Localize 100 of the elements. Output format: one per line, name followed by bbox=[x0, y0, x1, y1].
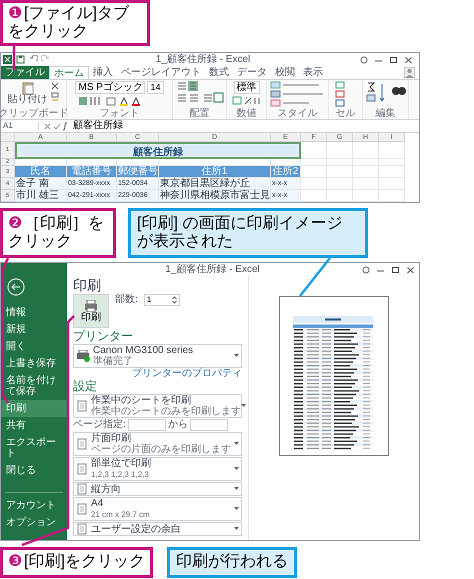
empty-cell bbox=[327, 178, 353, 190]
ribbon-tab[interactable]: データ bbox=[233, 66, 271, 79]
dropdown-arrow-icon bbox=[234, 507, 239, 511]
table-title: 顧客住所録 bbox=[15, 142, 301, 159]
paste-label: 貼り付け bbox=[8, 95, 48, 105]
dropdown-subtitle: 作業中のシートのみを印刷します bbox=[91, 406, 241, 417]
step-number: ❶ bbox=[8, 4, 22, 23]
empty-cell bbox=[353, 190, 379, 202]
column-heading: 住所1 bbox=[159, 166, 271, 178]
table-cell: 金子 南 bbox=[15, 178, 67, 190]
dropdown-title: Canon MG3100 series bbox=[93, 345, 194, 356]
sidebar-item[interactable]: 共有 bbox=[1, 417, 67, 434]
dropdown-arrow-icon bbox=[234, 467, 239, 471]
page-range-label: ページ指定: bbox=[73, 419, 126, 431]
sidebar-item[interactable]: 開く bbox=[1, 338, 67, 355]
callout-text: [ファイル]タブ bbox=[24, 4, 129, 23]
spin-arrows-icon[interactable] bbox=[172, 296, 177, 304]
page-range-label: から bbox=[168, 419, 188, 431]
dropdown-subtitle: ページの片面のみを印刷します bbox=[91, 444, 232, 455]
ribbon-tab[interactable]: 表示 bbox=[299, 66, 327, 79]
callout-text: クリック bbox=[8, 233, 72, 252]
maximize-icon[interactable] bbox=[389, 56, 398, 64]
empty-cell bbox=[327, 142, 353, 159]
settings-dropdown[interactable]: A4 21 cm x 29.7 cm bbox=[73, 497, 242, 521]
callout-text: [印刷]をクリック bbox=[24, 553, 145, 572]
formula-field[interactable]: 顧客住所録 bbox=[73, 121, 123, 131]
column-heading: 郵便番号 bbox=[117, 166, 159, 178]
empty-cell bbox=[379, 142, 405, 159]
sidebar-item[interactable]: 新規 bbox=[1, 321, 67, 338]
ribbon-tab[interactable]: 数式 bbox=[205, 66, 233, 79]
ribbon-tab[interactable]: 挿入 bbox=[89, 66, 117, 79]
dropdown-subtitle: 1,2,3 1,2,3 1,2,3 bbox=[91, 469, 150, 480]
section-heading: プリンター bbox=[73, 329, 134, 343]
page-to-field[interactable] bbox=[190, 419, 228, 431]
print-button[interactable]: 印刷 bbox=[73, 294, 109, 328]
corner-cell[interactable] bbox=[1, 133, 15, 142]
empty-cell bbox=[353, 142, 379, 159]
sidebar-item[interactable]: 情報 bbox=[1, 304, 67, 321]
page-icon bbox=[76, 523, 88, 535]
font-size-field[interactable]: 14 bbox=[147, 81, 164, 94]
alignment-icon[interactable] bbox=[176, 81, 224, 103]
settings-dropdown[interactable]: 縦方向 bbox=[73, 482, 242, 496]
sidebar-item[interactable]: エクスポート bbox=[1, 434, 67, 462]
settings-dropdown[interactable]: ユーザー設定の余白 bbox=[73, 522, 242, 536]
maximize-icon[interactable] bbox=[391, 266, 400, 274]
number-format-icon[interactable] bbox=[232, 96, 262, 106]
dropdown-title: 縦方向 bbox=[91, 484, 122, 494]
undo-icon[interactable] bbox=[29, 55, 38, 64]
clipboard-tools-icon[interactable] bbox=[50, 81, 60, 103]
page-icon bbox=[76, 400, 88, 412]
settings-dropdown[interactable]: 部単位で印刷 1,2,3 1,2,3 1,2,3 bbox=[73, 457, 242, 481]
dropdown-arrow-icon bbox=[241, 404, 246, 408]
page-from-field[interactable] bbox=[128, 419, 166, 431]
empty-cell bbox=[353, 166, 379, 178]
dropdown-title: 部単位で印刷 bbox=[91, 458, 152, 469]
font-name-field[interactable]: MS Pゴシック bbox=[75, 81, 146, 94]
table-cell: 東京都目黒区緑が丘 bbox=[159, 178, 271, 190]
sidebar-item[interactable]: 閉じる bbox=[1, 462, 67, 479]
styles-icon[interactable] bbox=[270, 81, 326, 107]
name-box[interactable]: A1 bbox=[3, 122, 39, 130]
callout-text: をクリック bbox=[8, 23, 88, 42]
ribbon-group-label: 数値 bbox=[236, 108, 256, 119]
printer-dropdown[interactable]: Canon MG3100 series 準備完了 bbox=[73, 344, 242, 368]
ribbon-group-label: スタイル bbox=[278, 108, 318, 119]
step-number: ❷ bbox=[8, 214, 22, 233]
ribbon-tab[interactable]: 校閲 bbox=[271, 66, 299, 79]
sidebar-item[interactable]: 名前を付けて保存 bbox=[1, 372, 67, 400]
page-icon bbox=[76, 438, 88, 450]
dropdown-title: 作業中のシートを印刷 bbox=[91, 395, 192, 406]
dropdown-subtitle: 21 cm x 29.7 cm bbox=[91, 509, 151, 520]
dropdown-arrow-icon bbox=[234, 487, 239, 491]
callout-text: ［印刷］を bbox=[24, 214, 104, 233]
page-icon bbox=[76, 503, 88, 515]
column-heading: 氏名 bbox=[15, 166, 67, 178]
window-title: 1_顧客住所録 - Excel bbox=[164, 264, 261, 274]
printer-status-icon bbox=[76, 350, 90, 362]
close-icon[interactable] bbox=[406, 266, 415, 274]
sidebar-item[interactable]: 上書き保存 bbox=[1, 355, 67, 372]
empty-cell bbox=[327, 190, 353, 202]
ribbon-tab[interactable]: ページレイアウト bbox=[117, 66, 205, 79]
ribbon-group-label: セル bbox=[336, 108, 356, 119]
dropdown-title: A4 bbox=[91, 498, 104, 509]
sidebar-item[interactable]: 印刷 bbox=[1, 400, 67, 417]
dropdown-arrow-icon bbox=[234, 442, 239, 446]
empty-cell bbox=[353, 178, 379, 190]
save-icon[interactable] bbox=[16, 55, 25, 64]
close-icon[interactable] bbox=[404, 56, 413, 64]
copies-spinner[interactable]: 1 bbox=[144, 294, 180, 306]
paste-icon[interactable] bbox=[20, 81, 34, 95]
page-icon bbox=[76, 483, 88, 495]
formula-buttons-icon[interactable] bbox=[43, 122, 69, 130]
ribbon-group-label: フォント bbox=[100, 108, 140, 119]
table-cell: 市川 雄三 bbox=[15, 190, 67, 202]
section-heading: 設定 bbox=[73, 379, 98, 393]
printer-properties-link[interactable]: プリンターのプロパティ bbox=[132, 368, 242, 379]
number-format-field[interactable]: 標準 bbox=[234, 81, 260, 94]
sidebar-item[interactable]: オプション bbox=[1, 514, 67, 531]
settings-dropdown[interactable]: 片面印刷 ページの片面のみを印刷します bbox=[73, 432, 242, 456]
callout-text: 印刷が行われる bbox=[176, 553, 288, 572]
sidebar-item[interactable]: アカウント bbox=[1, 497, 67, 514]
